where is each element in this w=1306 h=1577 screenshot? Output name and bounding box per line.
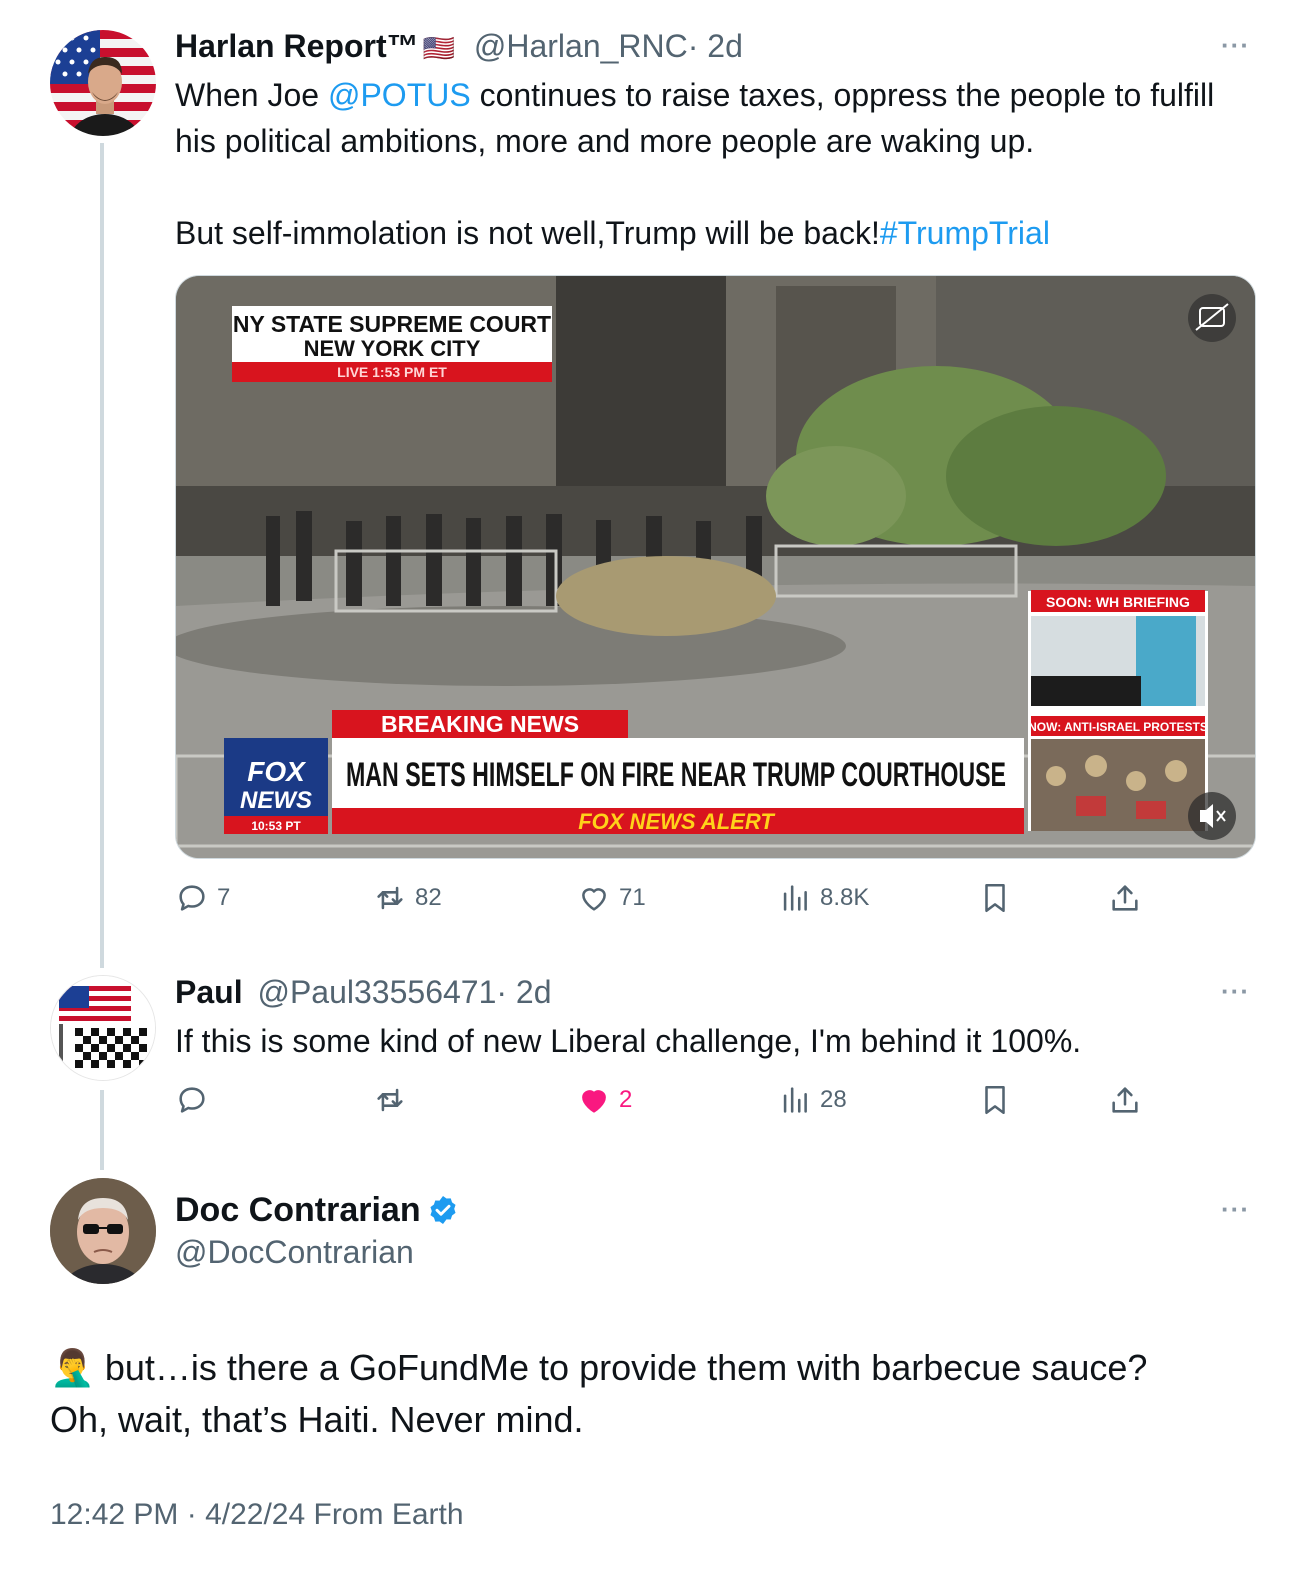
repost-icon	[377, 886, 403, 910]
avatar-doc-contrarian[interactable]	[50, 1178, 156, 1284]
like-count: 71	[619, 884, 646, 911]
more-icon[interactable]: ···	[1221, 1194, 1250, 1225]
views-button[interactable]: 8.8K	[778, 878, 869, 918]
side-inset: SOON: WH BRIEFING NOW: ANTI-ISRAEL PROTE…	[1028, 590, 1208, 831]
reply-count: 7	[217, 884, 231, 911]
tweet-text-second-paragraph: But self-immolation is not well,Trump wi…	[175, 210, 1255, 256]
handle[interactable]: @Paul33556471	[257, 974, 496, 1010]
thread-line	[100, 1090, 104, 1170]
tweet-text-part: When Joe	[175, 77, 328, 113]
side-bottom-label: NOW: ANTI-ISRAEL PROTESTS	[1028, 720, 1208, 734]
like-count: 2	[619, 1086, 633, 1113]
fox-logo-time: 10:53 PT	[251, 819, 301, 833]
hashtag-link[interactable]: #TrumpTrial	[880, 215, 1050, 251]
share-icon	[1112, 885, 1138, 911]
share-icon	[1112, 1087, 1138, 1113]
avatar-harlan-report[interactable]	[50, 30, 156, 136]
like-button[interactable]: 71	[577, 878, 646, 918]
repost-count: 82	[415, 884, 442, 911]
reply-button[interactable]: 7	[175, 878, 230, 918]
views-count: 8.8K	[820, 884, 870, 911]
live-time: LIVE 1:53 PM ET	[337, 364, 447, 380]
tweet-header: Harlan Report™ 🇺🇸 @Harlan_RNC· 2d	[175, 26, 743, 68]
repost-icon	[377, 1088, 403, 1112]
views-icon	[783, 885, 807, 911]
breaking-label: BREAKING NEWS	[381, 711, 579, 737]
views-count: 28	[820, 1086, 847, 1113]
author-handle-row: @DocContrarian	[175, 1232, 414, 1272]
tweet-text-part: But self-immolation is not well,Trump wi…	[175, 215, 880, 251]
bookmark-icon	[985, 1085, 1005, 1115]
location-line1: NY STATE SUPREME COURT	[233, 311, 551, 337]
video-player[interactable]: NY STATE SUPREME COURT NEW YORK CITY LIV…	[175, 275, 1256, 859]
alert-label: FOX NEWS ALERT	[578, 809, 775, 834]
tweet-actions: 7 82 71 8.8K	[175, 878, 1155, 918]
repost-button[interactable]	[373, 1080, 407, 1120]
more-icon[interactable]: ···	[1221, 30, 1250, 61]
side-top-label: SOON: WH BRIEFING	[1046, 594, 1190, 610]
mute-icon	[1188, 792, 1236, 840]
bookmark-button[interactable]	[978, 1080, 1012, 1120]
views-icon	[783, 1087, 807, 1113]
fox-logo-bottom: NEWS	[240, 787, 312, 814]
display-name[interactable]: Harlan Report™	[175, 28, 419, 64]
like-icon	[582, 888, 606, 911]
mention-link[interactable]: @POTUS	[328, 77, 471, 113]
share-button[interactable]	[1108, 1080, 1142, 1120]
reply-icon	[179, 885, 205, 911]
tweet-text: When Joe @POTUS continues to raise taxes…	[175, 72, 1255, 164]
share-button[interactable]	[1108, 878, 1142, 918]
location-line2: NEW YORK CITY	[304, 336, 481, 361]
author-name-row: Doc Contrarian	[175, 1190, 459, 1230]
like-button[interactable]: 2	[577, 1080, 632, 1120]
location-graphic: NY STATE SUPREME COURT NEW YORK CITY LIV…	[232, 306, 552, 382]
handle[interactable]: @Harlan_RNC	[474, 28, 688, 64]
timestamp[interactable]: · 2d	[496, 974, 551, 1010]
main-text-line1: but…is there a GoFundMe to provide them …	[94, 1347, 1148, 1388]
reply-icon	[179, 1087, 205, 1113]
tweet-actions: 2 28	[175, 1080, 1155, 1120]
like-icon	[582, 1090, 606, 1113]
timestamp[interactable]: · 2d	[688, 28, 743, 64]
captions-icon	[1188, 294, 1236, 342]
fox-logo-top: FOX	[247, 756, 307, 787]
display-name[interactable]: Doc Contrarian	[175, 1191, 421, 1229]
repost-button[interactable]: 82	[373, 878, 442, 918]
views-button[interactable]: 28	[778, 1080, 847, 1120]
main-tweet-text: 🤦‍♂️ but…is there a GoFundMe to provide …	[50, 1342, 1270, 1446]
reply-button[interactable]	[175, 1080, 209, 1120]
bookmark-button[interactable]	[978, 878, 1012, 918]
thread-line	[100, 143, 104, 968]
tweet-header: Paul @Paul33556471· 2d	[175, 972, 552, 1012]
facepalm-emoji: 🤦‍♂️	[50, 1347, 95, 1388]
flag-emoji: 🇺🇸	[422, 33, 455, 63]
bookmark-icon	[985, 883, 1005, 913]
tweet-text: If this is some kind of new Liberal chal…	[175, 1023, 1082, 1059]
display-name[interactable]: Paul	[175, 974, 243, 1010]
handle[interactable]: @DocContrarian	[175, 1234, 414, 1270]
headline: MAN SETS HIMSELF ON FIRE NEAR TRUMP COUR…	[346, 756, 1006, 794]
more-icon[interactable]: ···	[1221, 976, 1250, 1007]
verified-icon	[430, 1196, 456, 1224]
main-text-line2: Oh, wait, that’s Haiti. Never mind.	[50, 1399, 584, 1440]
tweet-timestamp-footer[interactable]: 12:42 PM · 4/22/24 From Earth	[50, 1498, 464, 1532]
avatar-paul[interactable]	[50, 975, 156, 1081]
